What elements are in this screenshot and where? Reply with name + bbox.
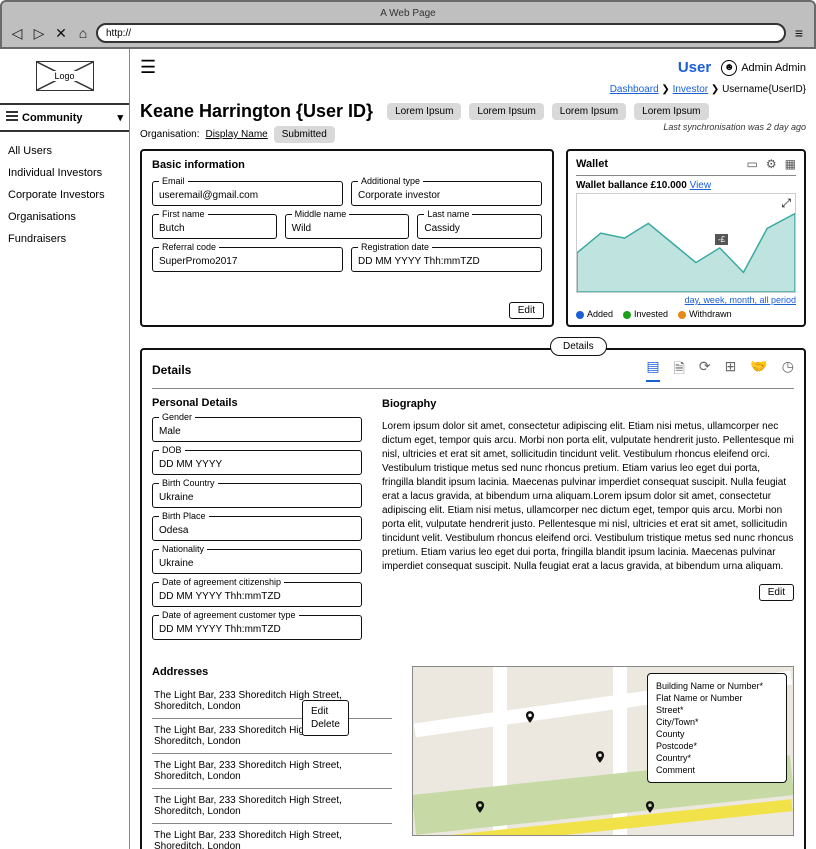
home-icon[interactable]: ⌂ bbox=[74, 24, 92, 42]
sidebar-item-individual-investors[interactable]: Individual Investors bbox=[6, 162, 123, 184]
tab-transactions-icon[interactable]: ⟳ bbox=[699, 358, 711, 382]
sync-note: Last synchronisation was 2 day ago bbox=[663, 122, 806, 132]
org-value[interactable]: Display Name bbox=[205, 129, 267, 140]
addresses-heading: Addresses bbox=[152, 666, 392, 678]
biography-heading: Biography bbox=[382, 397, 794, 412]
page-title: A Web Page bbox=[8, 6, 808, 23]
wallet-grid-icon[interactable]: ▦ bbox=[785, 157, 796, 171]
middle-name-field[interactable]: Middle nameWild bbox=[285, 214, 410, 239]
tab-documents-icon[interactable]: 🗎 bbox=[674, 358, 685, 382]
expand-icon[interactable]: ⤢ bbox=[781, 196, 791, 211]
user-link[interactable]: User bbox=[678, 59, 711, 76]
tab-calendar-icon[interactable]: ⊞ bbox=[725, 358, 737, 382]
birth-place-field[interactable]: Birth PlaceOdesa bbox=[152, 516, 362, 541]
edit-basic-button[interactable]: Edit bbox=[509, 302, 544, 319]
forward-icon[interactable]: ▷ bbox=[30, 24, 48, 42]
address-row[interactable]: The Light Bar, 233 Shoreditch High Stree… bbox=[152, 684, 392, 719]
address-map[interactable]: Building Name or Number* Flat Name or Nu… bbox=[412, 666, 794, 836]
referral-code-field[interactable]: Referral codeSuperPromo2017 bbox=[152, 247, 343, 272]
map-pin-icon[interactable] bbox=[523, 707, 537, 727]
wallet-settings-icon[interactable]: ⚙ bbox=[766, 157, 777, 171]
back-icon[interactable]: ◁ bbox=[8, 24, 26, 42]
sidebar-item-corporate-investors[interactable]: Corporate Investors bbox=[6, 184, 123, 206]
hamburger-icon[interactable]: ☰ bbox=[140, 57, 156, 78]
details-tab-bubble: Details bbox=[550, 337, 607, 356]
tab-partners-icon[interactable]: 🤝 bbox=[750, 358, 767, 382]
sidebar-item-fundraisers[interactable]: Fundraisers bbox=[6, 228, 123, 250]
customer-type-agreement-field[interactable]: Date of agreement customer typeDD MM YYY… bbox=[152, 615, 362, 640]
breadcrumb-current: Username{UserID} bbox=[722, 84, 806, 95]
close-icon[interactable]: ✕ bbox=[52, 24, 70, 42]
address-context-menu: Edit Delete bbox=[302, 700, 349, 736]
address-row[interactable]: The Light Bar, 233 Shoreditch High Stree… bbox=[152, 789, 392, 824]
tag-4[interactable]: Lorem Ipsum bbox=[634, 103, 708, 120]
basic-info-heading: Basic information bbox=[152, 159, 542, 171]
menu-icon[interactable]: ≡ bbox=[790, 24, 808, 42]
sidebar-item-organisations[interactable]: Organisations bbox=[6, 206, 123, 228]
url-input[interactable] bbox=[96, 23, 786, 43]
chevron-down-icon: ▾ bbox=[117, 111, 123, 124]
address-popup: Building Name or Number* Flat Name or Nu… bbox=[647, 673, 787, 783]
map-pin-icon[interactable] bbox=[473, 797, 487, 817]
org-label: Organisation: bbox=[140, 129, 199, 140]
wallet-card-icon[interactable]: ▭ bbox=[747, 157, 758, 171]
sidebar-section-community[interactable]: Community ▾ bbox=[0, 103, 129, 132]
breadcrumb: Dashboard ❯ Investor ❯ Username{UserID} bbox=[140, 84, 806, 95]
browser-chrome: A Web Page ◁ ▷ ✕ ⌂ ≡ bbox=[0, 0, 816, 49]
additional-type-field[interactable]: Additional typeCorporate investor bbox=[351, 181, 542, 206]
wallet-panel: Wallet ▭ ⚙ ▦ Wallet ballance £10.000 Vie… bbox=[566, 149, 806, 327]
biography-text: Lorem ipsum dolor sit amet, consectetur … bbox=[382, 420, 794, 574]
wallet-balance: Wallet ballance £10.000 bbox=[576, 180, 687, 191]
citizenship-agreement-field[interactable]: Date of agreement citizenshipDD MM YYYY … bbox=[152, 582, 362, 607]
tag-3[interactable]: Lorem Ipsum bbox=[552, 103, 626, 120]
email-field[interactable]: Emailuseremail@gmail.com bbox=[152, 181, 343, 206]
edit-biography-button[interactable]: Edit bbox=[759, 584, 794, 601]
wallet-chart[interactable]: ⤢ -£ bbox=[576, 193, 796, 293]
map-pin-icon[interactable] bbox=[643, 797, 657, 817]
details-card: Details ▤ 🗎 ⟳ ⊞ 🤝 ◷ Personal Details Gen… bbox=[140, 348, 806, 849]
wallet-title: Wallet bbox=[576, 158, 608, 170]
birth-country-field[interactable]: Birth CountryUkraine bbox=[152, 483, 362, 508]
details-tabs: ▤ 🗎 ⟳ ⊞ 🤝 ◷ bbox=[646, 358, 794, 382]
details-heading: Details bbox=[152, 363, 191, 377]
address-row[interactable]: The Light Bar, 233 Shoreditch High Stree… bbox=[152, 719, 392, 754]
tab-details-icon[interactable]: ▤ bbox=[646, 358, 659, 382]
address-row[interactable]: The Light Bar, 233 Shoreditch High Stree… bbox=[152, 754, 392, 789]
first-name-field[interactable]: First nameButch bbox=[152, 214, 277, 239]
gender-field[interactable]: GenderMale bbox=[152, 417, 362, 442]
page-heading: Keane Harrington {User ID} bbox=[140, 101, 373, 122]
admin-badge[interactable]: ☻ Admin Admin bbox=[721, 60, 806, 76]
chart-tooltip: -£ bbox=[715, 234, 728, 245]
personal-heading: Personal Details bbox=[152, 397, 362, 409]
registration-date-field[interactable]: Registration dateDD MM YYYY Thh:mmTZD bbox=[351, 247, 542, 272]
wallet-time-range[interactable]: day, week, month, all period bbox=[576, 295, 796, 305]
logo: Logo bbox=[36, 61, 94, 91]
address-row[interactable]: The Light Bar, 233 Shoreditch High Stree… bbox=[152, 824, 392, 849]
sidebar-item-all-users[interactable]: All Users bbox=[6, 140, 123, 162]
ctx-edit[interactable]: Edit bbox=[311, 705, 340, 718]
status-badge: Submitted bbox=[274, 126, 335, 143]
wallet-legend: Added Invested Withdrawn bbox=[576, 309, 796, 319]
breadcrumb-investor[interactable]: Investor bbox=[673, 84, 709, 95]
main-content: ☰ User ☻ Admin Admin Dashboard ❯ Investo… bbox=[130, 49, 816, 849]
breadcrumb-dashboard[interactable]: Dashboard bbox=[610, 84, 659, 95]
tab-history-icon[interactable]: ◷ bbox=[782, 358, 794, 382]
last-name-field[interactable]: Last nameCassidy bbox=[417, 214, 542, 239]
nationality-field[interactable]: NationalityUkraine bbox=[152, 549, 362, 574]
tag-2[interactable]: Lorem Ipsum bbox=[469, 103, 543, 120]
wallet-view-link[interactable]: View bbox=[690, 180, 712, 191]
ctx-delete[interactable]: Delete bbox=[311, 718, 340, 731]
list-icon bbox=[6, 111, 18, 121]
avatar-icon: ☻ bbox=[721, 60, 737, 76]
tag-1[interactable]: Lorem Ipsum bbox=[387, 103, 461, 120]
left-sidebar: Logo Community ▾ All Users Individual In… bbox=[0, 49, 130, 849]
map-pin-icon[interactable] bbox=[593, 747, 607, 767]
basic-info-panel: Basic information Emailuseremail@gmail.c… bbox=[140, 149, 554, 327]
dob-field[interactable]: DOBDD MM YYYY bbox=[152, 450, 362, 475]
